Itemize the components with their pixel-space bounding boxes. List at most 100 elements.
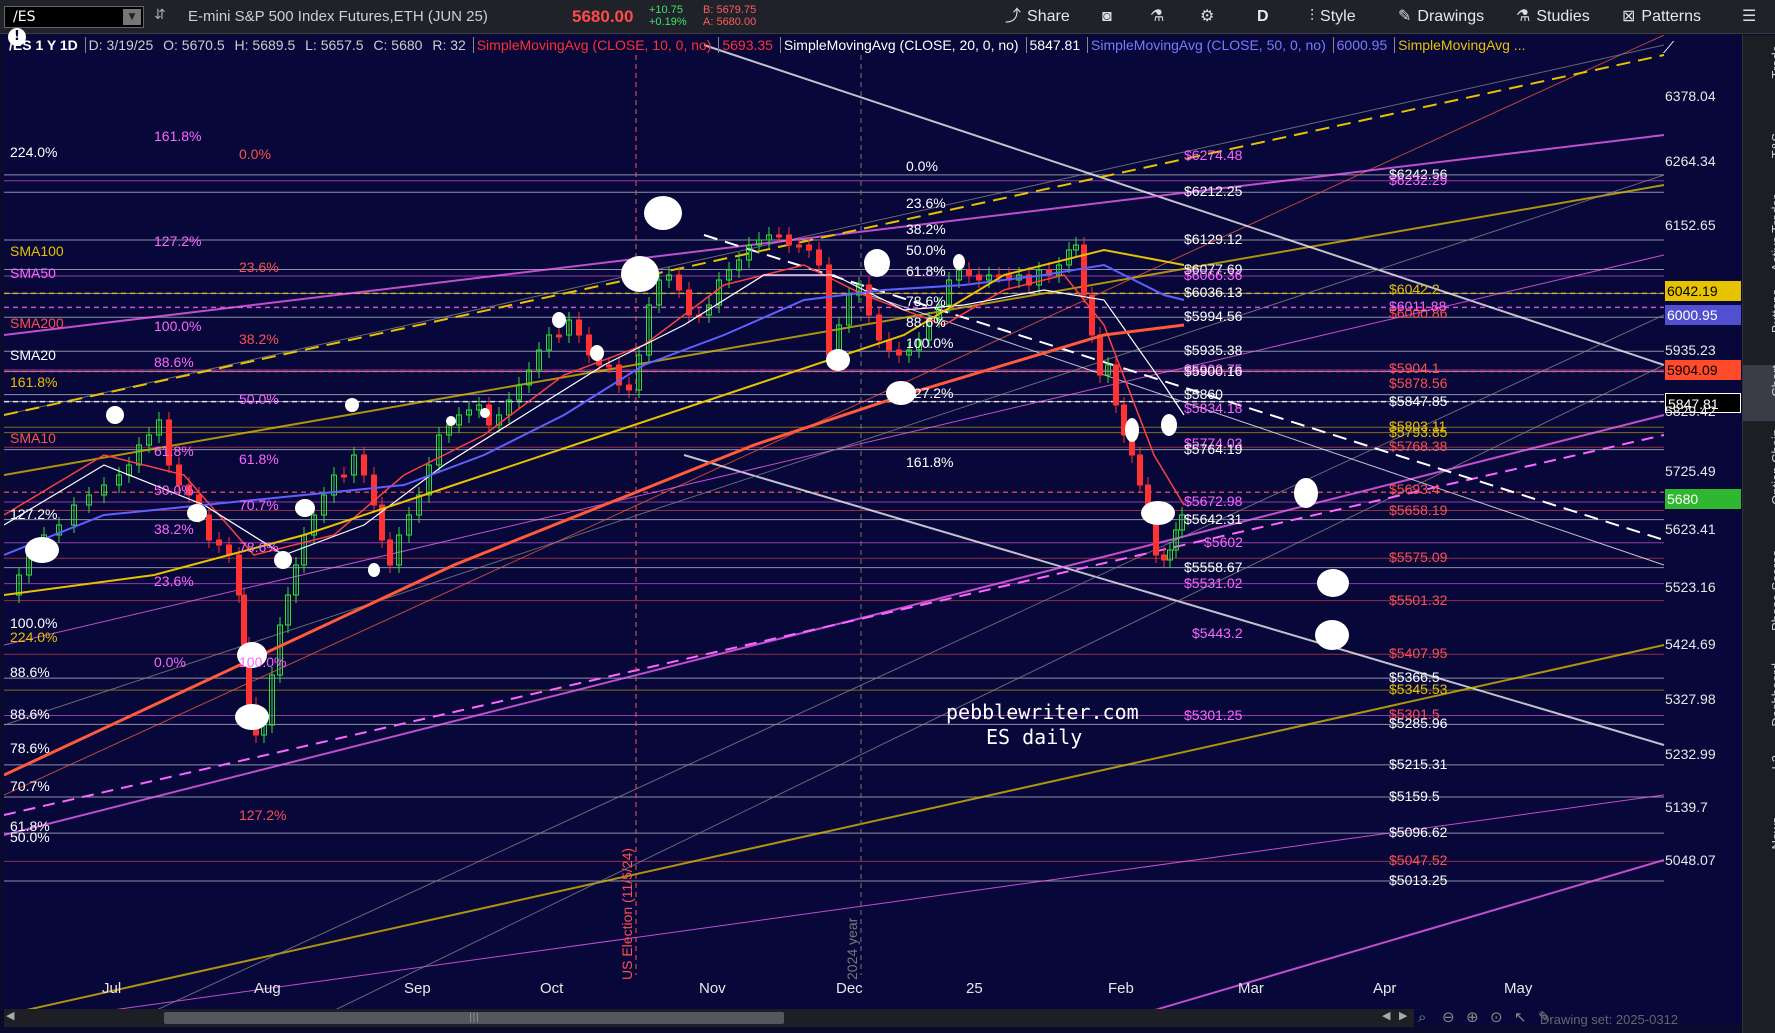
bar-low: L: 5657.5 <box>305 37 364 53</box>
fib-label: 0.0% <box>906 158 938 174</box>
candle-body <box>341 474 347 478</box>
collapse-icon[interactable]: ⟋ <box>1663 38 1674 58</box>
level-label: $5096.62 <box>1389 824 1448 841</box>
candle-body <box>806 244 812 251</box>
link-icon[interactable]: ⇵ <box>154 7 166 23</box>
price-tick: 5829.42 <box>1665 403 1716 420</box>
sidebar-tab-buttons[interactable]: Buttons <box>1743 289 1775 357</box>
price-tick: 5139.7 <box>1665 799 1708 816</box>
flask-button[interactable]: ⚗ <box>1150 0 1170 34</box>
zoom-fit-icon[interactable]: ⌕ <box>1418 1008 1426 1026</box>
pivot-marker <box>864 249 890 277</box>
sma-tag: SMA100 <box>10 243 64 259</box>
pivot-marker <box>1125 418 1139 442</box>
fib-label: 50.0% <box>154 482 194 498</box>
price-axis[interactable]: 6378.04 6264.34 6152.65 6042.19 6000.95 5935.… <box>1665 55 1741 980</box>
symbol-input[interactable]: /ES ▼ <box>4 6 144 28</box>
style-button[interactable]: ⫶ Style <box>1310 0 1356 34</box>
pivot-marker <box>25 537 59 563</box>
zoom-out-icon[interactable]: ⊖ <box>1442 1008 1455 1026</box>
alert-icon[interactable]: ! <box>8 28 26 46</box>
candle-body <box>676 274 682 291</box>
pivot-marker <box>368 563 380 577</box>
bid: B: 5679.75 <box>703 4 757 16</box>
drawing-set-label: Drawing set: 2025-0312 <box>1540 1012 1679 1027</box>
sidebar-tab-active-trader[interactable]: Active Trader <box>1743 195 1775 283</box>
level-label: $5407.95 <box>1389 645 1448 662</box>
horizontal-scrollbar[interactable]: ◀ ||| ◀ ▶ <box>4 1009 1414 1027</box>
sma100-label[interactable]: SimpleMovingAvg ... <box>1394 37 1529 53</box>
fib-label: 161.8% <box>154 128 202 144</box>
scroll-thumb[interactable]: ||| <box>164 1012 784 1024</box>
sidebar-tab-trade[interactable]: Trade <box>1743 45 1775 125</box>
fib-label: 88.6% <box>10 664 50 680</box>
candle-body <box>576 319 582 336</box>
sma-tag: SMA200 <box>10 315 64 331</box>
sidebar-tab-l-[interactable]: L2 <box>1743 755 1775 809</box>
settings-button[interactable]: ⚙ <box>1200 0 1220 34</box>
pivot-marker <box>1141 501 1175 525</box>
drawings-button[interactable]: ✎ Drawings <box>1398 0 1484 34</box>
price-badge: 5904.09 <box>1665 360 1741 381</box>
scroll-left-icon[interactable]: ◀ <box>6 1009 14 1022</box>
flask-icon: ⚗ <box>1150 8 1165 25</box>
candle-body <box>776 234 782 238</box>
sma20-label[interactable]: SimpleMovingAvg (CLOSE, 20, 0, no) <box>779 37 1022 53</box>
snapshot-button[interactable]: ◙ <box>1102 0 1118 34</box>
net-change: +10.75 +0.19% <box>649 4 687 28</box>
studies-button[interactable]: ⚗ Studies <box>1516 0 1590 34</box>
bar-range: R: 32 <box>432 37 466 53</box>
bar-close: C: 5680 <box>373 37 423 53</box>
fib-label: 127.2% <box>906 385 954 401</box>
sidebar-tab-label: Phase Scores <box>1769 550 1775 631</box>
level-label: $5672.98 <box>1184 493 1243 510</box>
time-axis-label: Sep <box>404 980 431 997</box>
candle-body <box>556 334 562 338</box>
chart-canvas[interactable]: US Election (11/5/24) 2024 year SMA100 SMA… <box>4 35 1742 1025</box>
patterns-button[interactable]: ⊠ Patterns <box>1622 0 1701 34</box>
share-button[interactable]: ⤴ Share <box>1005 0 1070 34</box>
sidebar-tab-t-s[interactable]: T&S <box>1743 133 1775 189</box>
level-label: $5013.25 <box>1389 872 1448 888</box>
sidebar-tab-chart[interactable]: Chart <box>1743 365 1775 421</box>
level-label: $5301.25 <box>1184 706 1243 723</box>
scroll-left-end-icon[interactable]: ◀ <box>1382 1009 1390 1022</box>
pivot-marker <box>552 312 566 328</box>
candle-body <box>216 539 222 546</box>
sma10-line <box>4 264 1185 556</box>
level-label: $5345.53 <box>1389 681 1448 698</box>
time-axis-label: Feb <box>1108 980 1134 997</box>
candle-body <box>606 364 612 368</box>
sidebar-tab-option-chain[interactable]: Option Chain <box>1743 429 1775 543</box>
scroll-right-icon[interactable]: ▶ <box>1399 1009 1407 1022</box>
fib-label: 50.0% <box>10 829 50 845</box>
candle-body <box>876 314 882 341</box>
flask-icon: ⚗ <box>1516 8 1531 25</box>
candle-body <box>1089 294 1095 336</box>
level-label: $5575.09 <box>1389 549 1448 566</box>
pivot-marker <box>621 256 659 292</box>
sidebar-tab-dashboard[interactable]: Dashboard <box>1743 663 1775 747</box>
level-label: $5904.1 <box>1389 360 1440 377</box>
time-axis-label: Jul <box>102 980 122 997</box>
sma10-label[interactable]: SimpleMovingAvg (CLOSE, 10, 0, no) <box>472 37 715 53</box>
time-axis-label: 25 <box>966 980 983 997</box>
cursor-icon[interactable]: ↖ <box>1514 1008 1527 1026</box>
sma50-label[interactable]: SimpleMovingAvg (CLOSE, 50, 0, no) <box>1087 37 1329 53</box>
zoom-reset-icon[interactable]: ⊙ <box>1490 1008 1503 1026</box>
time-axis-label: Nov <box>699 980 726 997</box>
zoom-in-icon[interactable]: ⊕ <box>1466 1008 1479 1026</box>
watermark-site: pebblewriter.com <box>946 700 1139 724</box>
sidebar-tab-news[interactable]: News <box>1743 817 1775 889</box>
time-axis-label: Oct <box>540 980 564 997</box>
sidebar-tab-label: L2 <box>1769 755 1775 770</box>
level-label: $6274.48 <box>1184 147 1243 164</box>
sidebar-tab-phase-scores[interactable]: Phase Scores <box>1743 550 1775 654</box>
fib-label: 61.8% <box>239 451 279 467</box>
menu-button[interactable]: ☰ <box>1742 0 1762 34</box>
chevron-down-icon[interactable]: ▼ <box>123 9 141 25</box>
bar-open: O: 5670.5 <box>163 37 225 53</box>
aggregation-button[interactable]: D <box>1257 0 1269 34</box>
sidebar-tab-label: Dashboard <box>1769 663 1775 727</box>
time-axis[interactable]: Jul Aug Sep Oct Nov Dec 25 Feb Mar Apr May <box>4 980 1664 998</box>
